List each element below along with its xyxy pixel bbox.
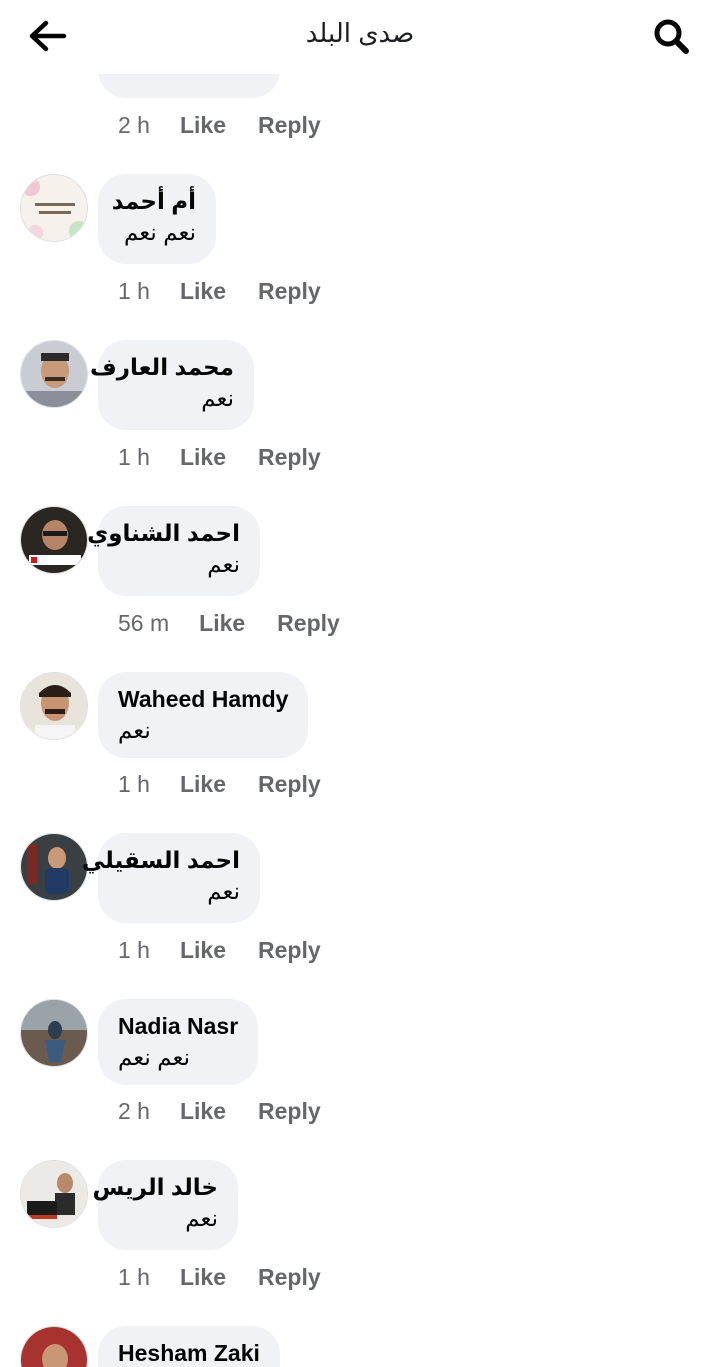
reply-button[interactable]: Reply bbox=[258, 935, 321, 965]
comment-bubble[interactable]: Hesham Zaki bbox=[98, 1326, 280, 1367]
comment-text: نعم نعم bbox=[124, 219, 196, 245]
comment-author[interactable]: أم أحمد bbox=[112, 186, 196, 216]
avatar[interactable] bbox=[20, 174, 88, 242]
comment-bubble[interactable]: احمد الشناوي نعم bbox=[87, 506, 260, 596]
like-button[interactable]: Like bbox=[180, 1262, 226, 1292]
comments-feed: 2 h Like Reply أم أحمد نعم نعم 1 h Like Repl… bbox=[0, 0, 720, 1367]
like-button[interactable]: Like bbox=[180, 1096, 226, 1126]
comment-author[interactable]: احمد السقيلي bbox=[82, 845, 240, 875]
comment-author[interactable]: خالد الريس bbox=[92, 1172, 218, 1202]
comment-author[interactable]: Waheed Hamdy bbox=[118, 684, 288, 714]
comment-meta: 1 h Like Reply bbox=[118, 442, 321, 472]
comment-meta: 2 h Like Reply bbox=[118, 1096, 321, 1126]
avatar[interactable] bbox=[20, 1160, 88, 1228]
top-bar: صدى البلد bbox=[0, 0, 720, 74]
comment-meta: 56 m Like Reply bbox=[118, 608, 340, 638]
comment-author[interactable]: محمد العارف bbox=[90, 352, 234, 382]
comment-text: نعم bbox=[185, 1205, 218, 1231]
comment-bubble[interactable]: محمد العارف نعم bbox=[90, 340, 254, 430]
comment-time: 1 h bbox=[118, 937, 150, 963]
comment-time: 1 h bbox=[118, 278, 150, 304]
comment-text: نعم bbox=[201, 385, 234, 411]
like-button[interactable]: Like bbox=[180, 276, 226, 306]
reply-button[interactable]: Reply bbox=[258, 276, 321, 306]
comment-meta: 1 h Like Reply bbox=[118, 935, 321, 965]
comment-text: نعم نعم bbox=[118, 1044, 190, 1070]
avatar[interactable] bbox=[20, 833, 88, 901]
comment-bubble[interactable]: خالد الريس نعم bbox=[92, 1160, 238, 1250]
avatar[interactable] bbox=[20, 999, 88, 1067]
search-icon[interactable] bbox=[648, 14, 694, 58]
comment-meta: 1 h Like Reply bbox=[118, 276, 321, 306]
reply-button[interactable]: Reply bbox=[258, 1096, 321, 1126]
comment-text: نعم bbox=[207, 878, 240, 904]
comment-bubble[interactable]: أم أحمد نعم نعم bbox=[98, 174, 216, 264]
comment-text: نعم bbox=[207, 551, 240, 577]
comment-meta: 1 h Like Reply bbox=[118, 1262, 321, 1292]
comment-meta: 1 h Like Reply bbox=[118, 769, 321, 799]
like-button[interactable]: Like bbox=[180, 442, 226, 472]
comment-meta-partial: 2 h Like Reply bbox=[118, 110, 321, 140]
reply-button[interactable]: Reply bbox=[258, 442, 321, 472]
reply-button[interactable]: Reply bbox=[277, 608, 340, 638]
comment-time: 2 h bbox=[118, 112, 150, 138]
avatar[interactable] bbox=[20, 672, 88, 740]
comment-bubble[interactable]: Waheed Hamdy نعم bbox=[98, 672, 308, 758]
reply-button[interactable]: Reply bbox=[258, 110, 321, 140]
comment-time: 1 h bbox=[118, 771, 150, 797]
comment-bubble[interactable]: Nadia Nasr نعم نعم bbox=[98, 999, 258, 1085]
like-button[interactable]: Like bbox=[180, 935, 226, 965]
comment-time: 1 h bbox=[118, 444, 150, 470]
comment-bubble[interactable]: احمد السقيلي نعم bbox=[82, 833, 260, 923]
comment-author[interactable]: Nadia Nasr bbox=[118, 1011, 238, 1041]
reply-button[interactable]: Reply bbox=[258, 1262, 321, 1292]
reply-button[interactable]: Reply bbox=[258, 769, 321, 799]
like-button[interactable]: Like bbox=[180, 769, 226, 799]
comment-time: 2 h bbox=[118, 1098, 150, 1124]
avatar[interactable] bbox=[20, 340, 88, 408]
comment-text: نعم bbox=[118, 717, 151, 743]
page-title: صدى البلد bbox=[305, 18, 415, 48]
comment-author[interactable]: Hesham Zaki bbox=[118, 1338, 260, 1367]
comment-time: 56 m bbox=[118, 610, 170, 636]
avatar[interactable] bbox=[20, 506, 88, 574]
like-button[interactable]: Like bbox=[180, 110, 226, 140]
like-button[interactable]: Like bbox=[199, 608, 245, 638]
avatar[interactable] bbox=[20, 1326, 88, 1367]
comment-author[interactable]: احمد الشناوي bbox=[87, 518, 240, 548]
comment-time: 1 h bbox=[118, 1264, 150, 1290]
